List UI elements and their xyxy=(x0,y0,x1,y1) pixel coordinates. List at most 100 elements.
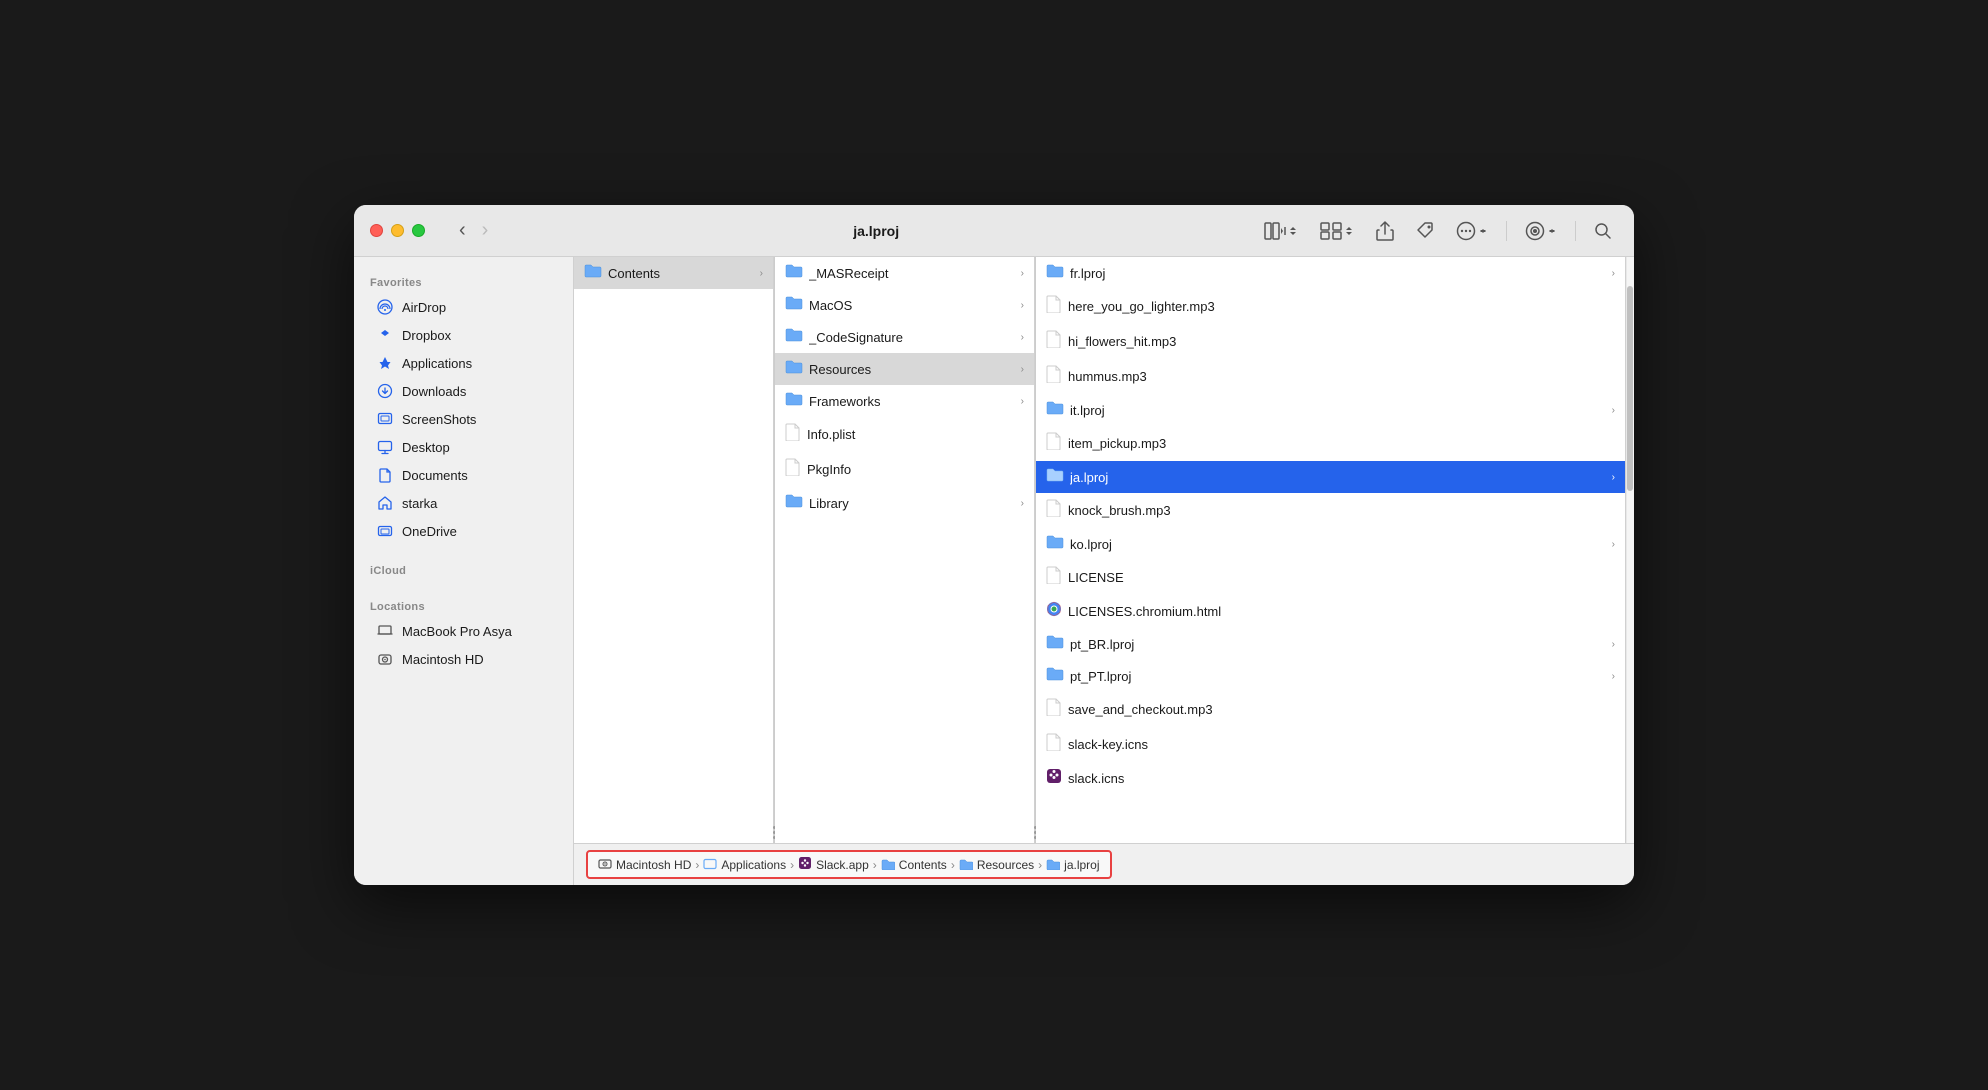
sidebar-item-macintosh-hd[interactable]: Macintosh HD xyxy=(360,645,567,673)
bc-macintosh-hd[interactable]: Macintosh HD xyxy=(598,857,691,873)
it-arrow: › xyxy=(1612,405,1615,416)
folder-icon xyxy=(584,263,602,283)
column-item-save-checkout[interactable]: save_and_checkout.mp3 xyxy=(1036,692,1625,727)
column-item-it-lproj[interactable]: it.lproj › xyxy=(1036,394,1625,426)
column-item-masreceipt[interactable]: _MASReceipt › xyxy=(775,257,1034,289)
column-item-pt-br-lproj[interactable]: pt_BR.lproj › xyxy=(1036,628,1625,660)
column-item-pkginfo[interactable]: PkgInfo xyxy=(775,452,1034,487)
favorites-label: Favorites xyxy=(354,269,573,293)
sidebar-item-airdrop[interactable]: AirDrop xyxy=(360,293,567,321)
grid-view-button[interactable] xyxy=(1314,218,1360,244)
codesignature-label: _CodeSignature xyxy=(809,330,1015,345)
window-title: ja.lproj xyxy=(506,223,1246,239)
column-item-fr-lproj[interactable]: fr.lproj › xyxy=(1036,257,1625,289)
column-item-codesignature[interactable]: _CodeSignature › xyxy=(775,321,1034,353)
sidebar-item-dropbox[interactable]: Dropbox xyxy=(360,321,567,349)
licenses-chromium-label: LICENSES.chromium.html xyxy=(1068,604,1615,619)
bc-sep-1: › xyxy=(695,858,699,872)
column-item-ja-lproj[interactable]: ja.lproj › xyxy=(1036,461,1625,493)
contents-arrow: › xyxy=(760,268,763,279)
applications-icon xyxy=(376,354,394,372)
column-item-pt-pt-lproj[interactable]: pt_PT.lproj › xyxy=(1036,660,1625,692)
file-slack-key-icon xyxy=(1046,733,1062,756)
column-item-slack-key-icns[interactable]: slack-key.icns xyxy=(1036,727,1625,762)
bc-slack-app[interactable]: Slack.app xyxy=(798,856,869,873)
column-item-ko-lproj[interactable]: ko.lproj › xyxy=(1036,528,1625,560)
back-button[interactable]: ‹ xyxy=(453,217,472,244)
pkginfo-label: PkgInfo xyxy=(807,462,1024,477)
folder-ptbr-icon xyxy=(1046,634,1064,654)
resources-label: Resources xyxy=(809,362,1015,377)
column-item-knock-brush[interactable]: knock_brush.mp3 xyxy=(1036,493,1625,528)
grid-view-icon xyxy=(1320,222,1342,240)
column-item-slack-icns[interactable]: slack.icns xyxy=(1036,762,1625,795)
columns-container: Contents › xyxy=(574,257,1634,843)
column-item-library[interactable]: Library › xyxy=(775,487,1034,519)
column-item-contents[interactable]: Contents › xyxy=(574,257,773,289)
column-item-infoplist[interactable]: Info.plist xyxy=(775,417,1034,452)
tag-button[interactable] xyxy=(1410,218,1440,244)
bc-contents-label: Contents xyxy=(899,858,947,872)
mp3-save-icon xyxy=(1046,698,1062,721)
dropbox-label: Dropbox xyxy=(402,328,451,343)
scrollbar-track[interactable] xyxy=(1626,257,1634,843)
sidebar-item-starka[interactable]: starka xyxy=(360,489,567,517)
forward-button[interactable]: › xyxy=(476,217,495,244)
bc-resources[interactable]: Resources xyxy=(959,857,1034,873)
share-button[interactable] xyxy=(1370,217,1400,245)
macos-arrow: › xyxy=(1021,300,1024,311)
view-options-icon xyxy=(1525,221,1545,241)
column-item-hummus[interactable]: hummus.mp3 xyxy=(1036,359,1625,394)
sidebar-item-onedrive[interactable]: OneDrive xyxy=(360,517,567,545)
column-view-button[interactable] xyxy=(1258,218,1304,244)
more-button[interactable] xyxy=(1450,217,1494,245)
column-item-frameworks[interactable]: Frameworks › xyxy=(775,385,1034,417)
bc-applications-label: Applications xyxy=(721,858,786,872)
sidebar-item-documents[interactable]: Documents xyxy=(360,461,567,489)
view-options-button[interactable] xyxy=(1519,217,1563,245)
sidebar-item-screenshots[interactable]: ScreenShots xyxy=(360,405,567,433)
sidebar-item-desktop[interactable]: Desktop xyxy=(360,433,567,461)
bc-ja-lproj[interactable]: ja.lproj xyxy=(1046,857,1099,873)
desktop-icon xyxy=(376,438,394,456)
downloads-label: Downloads xyxy=(402,384,466,399)
macbook-label: MacBook Pro Asya xyxy=(402,624,512,639)
column-item-license[interactable]: LICENSE xyxy=(1036,560,1625,595)
scrollbar-thumb[interactable] xyxy=(1627,286,1633,491)
codesig-arrow: › xyxy=(1021,332,1024,343)
finder-window: ‹ › ja.lproj xyxy=(354,205,1634,885)
column-item-here-you-go[interactable]: here_you_go_lighter.mp3 xyxy=(1036,289,1625,324)
ko-arrow: › xyxy=(1612,539,1615,550)
mp3-item-pickup-icon xyxy=(1046,432,1062,455)
more-chevron-icon xyxy=(1478,226,1488,236)
bc-slack-icon xyxy=(798,856,812,873)
file-license-icon xyxy=(1046,566,1062,589)
bc-contents[interactable]: Contents xyxy=(881,857,947,873)
fr-arrow: › xyxy=(1612,268,1615,279)
sidebar-item-applications[interactable]: Applications xyxy=(360,349,567,377)
slack-icns-label: slack.icns xyxy=(1068,771,1615,786)
maximize-button[interactable] xyxy=(412,224,425,237)
statusbar: Macintosh HD › Applications › xyxy=(574,843,1634,885)
column-item-licenses-chromium[interactable]: LICENSES.chromium.html xyxy=(1036,595,1625,628)
grid-chevron-icon xyxy=(1344,224,1354,238)
folder-codesig-icon xyxy=(785,327,803,347)
column-item-item-pickup[interactable]: item_pickup.mp3 xyxy=(1036,426,1625,461)
sidebar-item-downloads[interactable]: Downloads xyxy=(360,377,567,405)
here-you-go-label: here_you_go_lighter.mp3 xyxy=(1068,299,1615,314)
column-item-macos[interactable]: MacOS › xyxy=(775,289,1034,321)
contents-label: Contents xyxy=(608,266,754,281)
folder-library-icon xyxy=(785,493,803,513)
sidebar: Favorites AirDrop Dropbox Applications xyxy=(354,257,574,885)
macos-label: MacOS xyxy=(809,298,1015,313)
sidebar-item-macbook[interactable]: MacBook Pro Asya xyxy=(360,617,567,645)
search-button[interactable] xyxy=(1588,218,1618,244)
bc-applications[interactable]: Applications xyxy=(703,857,786,873)
minimize-button[interactable] xyxy=(391,224,404,237)
folder-ko-icon xyxy=(1046,534,1064,554)
starka-label: starka xyxy=(402,496,437,511)
column-item-resources[interactable]: Resources › xyxy=(775,353,1034,385)
column-item-hi-flowers[interactable]: hi_flowers_hit.mp3 xyxy=(1036,324,1625,359)
close-button[interactable] xyxy=(370,224,383,237)
chromium-icon xyxy=(1046,601,1062,622)
